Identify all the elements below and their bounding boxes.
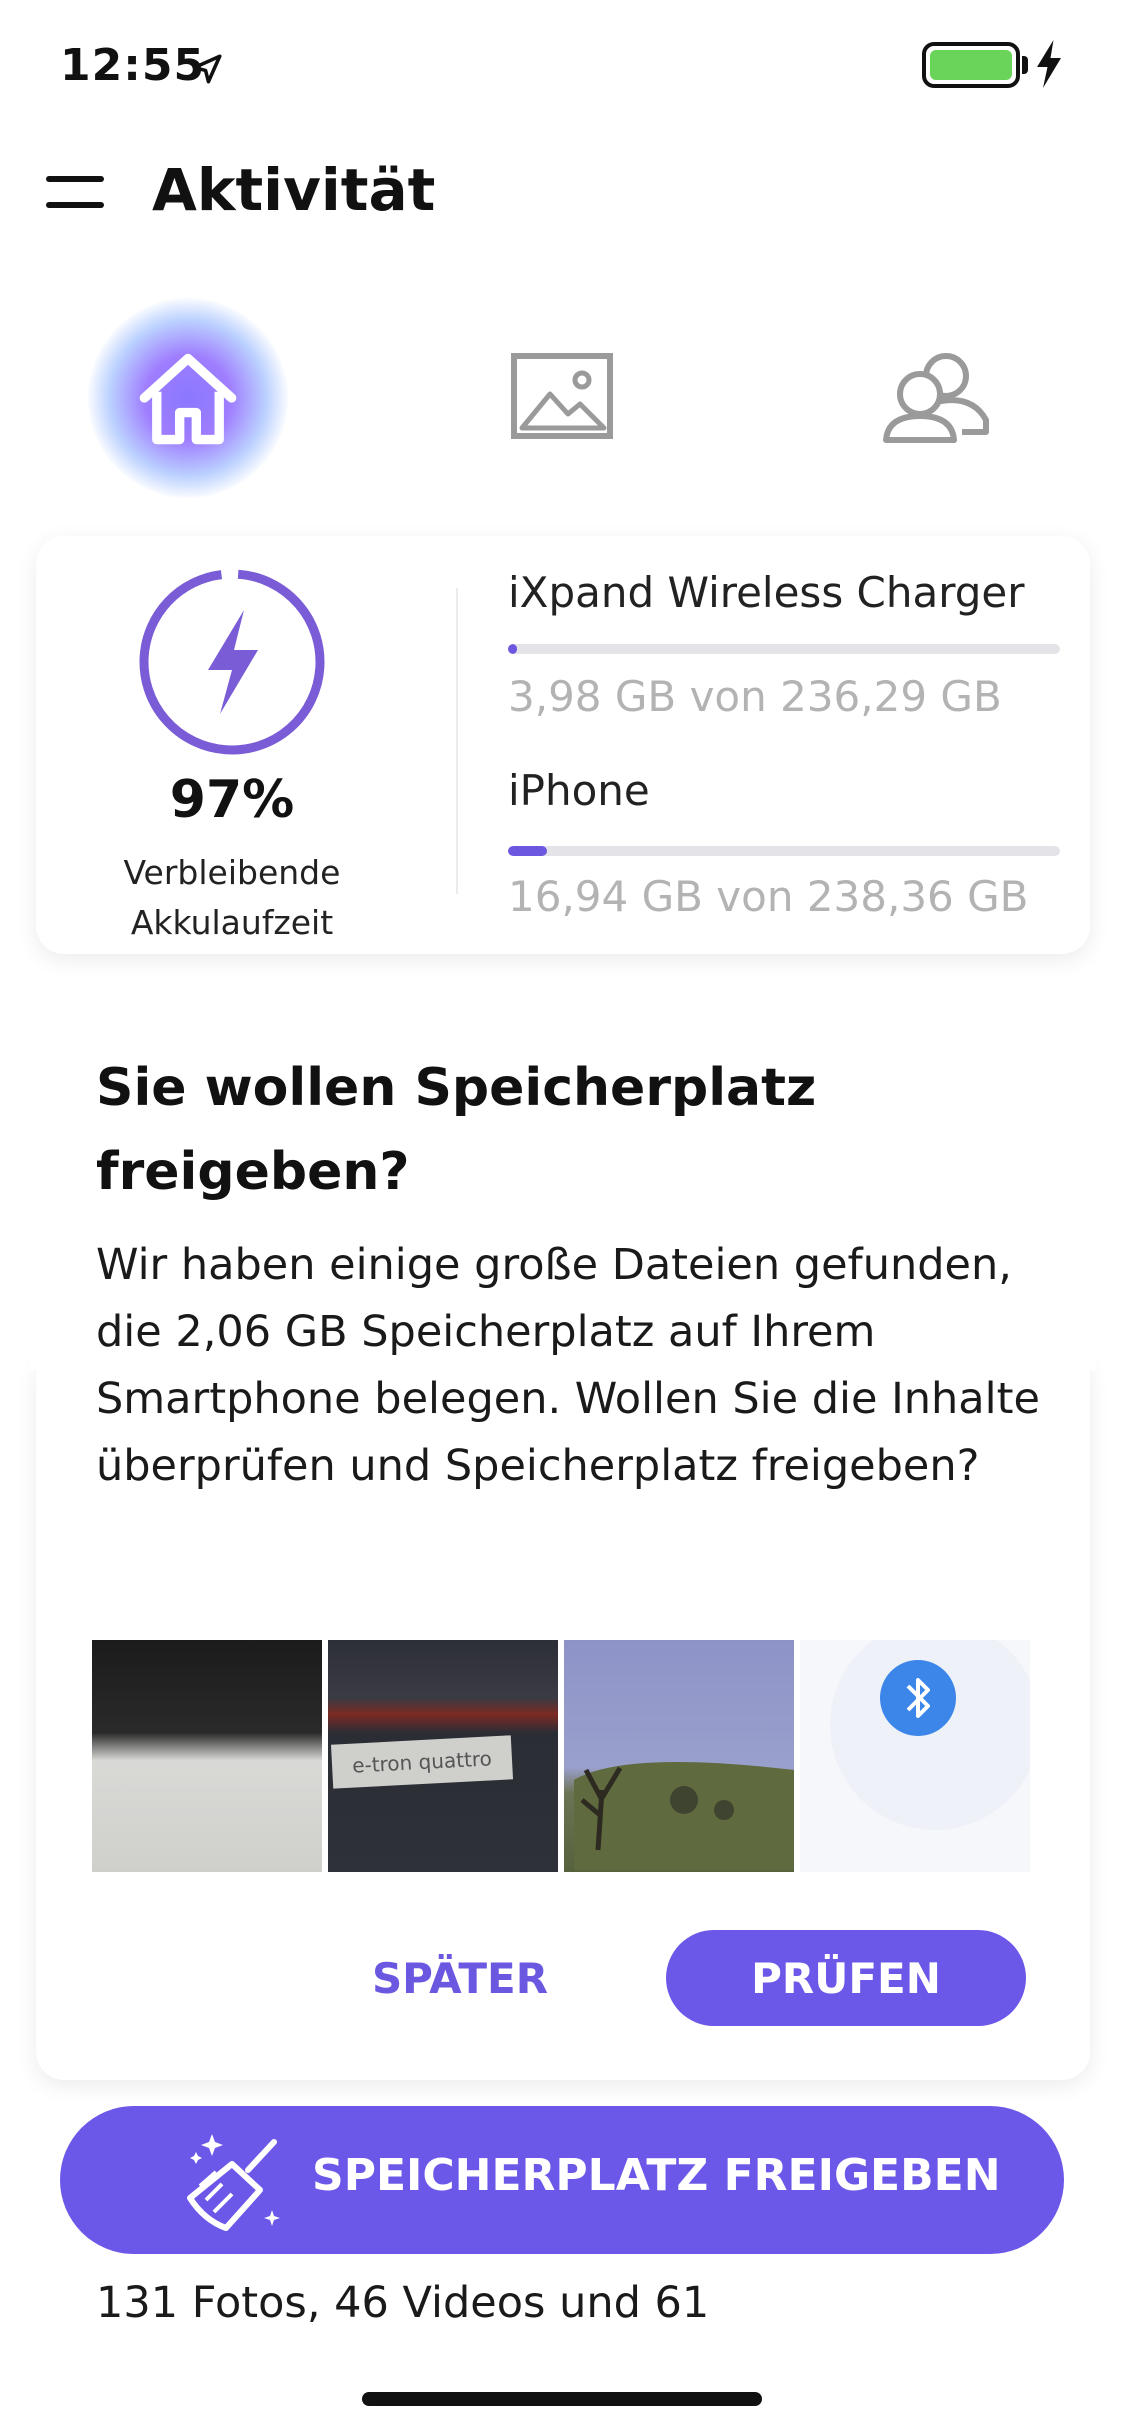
charging-bolt-icon: [1037, 40, 1061, 88]
battery-fill: [930, 50, 1012, 80]
battery-percent: 97%: [169, 770, 295, 830]
cleanup-body: Wir haben einige große Dateien gefunden,…: [96, 1240, 1040, 1491]
people-icon[interactable]: [880, 350, 992, 446]
thumbnail-car-door[interactable]: [92, 1640, 322, 1872]
review-button[interactable]: PRÜFEN: [666, 1930, 1026, 2026]
battery-label: Verbleibende Akkulaufzeit: [76, 848, 388, 948]
storage-bar-fill: [508, 644, 518, 654]
battery-icon: [922, 42, 1020, 88]
storage-bar-fill: [508, 846, 548, 856]
menu-icon[interactable]: [46, 176, 104, 214]
storage-bar: [508, 644, 1060, 654]
card-divider: [456, 588, 458, 894]
bluetooth-icon: [880, 1660, 956, 1736]
cleanup-title: Sie wollen Speicherplatz freigeben?: [96, 1058, 817, 1202]
battery-cap: [1022, 56, 1028, 74]
tree-icon: [574, 1762, 794, 1870]
battery-label-line2: Akkulaufzeit: [130, 903, 334, 942]
media-summary: 131 Fotos, 46 Videos und 61: [96, 2278, 710, 2328]
image-icon[interactable]: [510, 352, 614, 440]
battery-ring: [139, 569, 325, 755]
location-arrow-icon: [192, 54, 222, 84]
free-storage-label: SPEICHERPLATZ FREIGEBEN: [312, 2150, 1001, 2201]
large-files-preview: e-tron quattro: [92, 1640, 1032, 1872]
page-title: Aktivität: [152, 156, 436, 224]
device-name: iPhone: [508, 766, 650, 815]
home-indicator[interactable]: [362, 2392, 762, 2406]
device-usage: 3,98 GB von 236,29 GB: [508, 672, 1002, 721]
home-icon[interactable]: [136, 346, 240, 450]
device-usage: 16,94 GB von 238,36 GB: [508, 872, 1029, 921]
bottom-bar: [0, 2332, 1125, 2436]
thumbnail-screenshot[interactable]: [800, 1640, 1030, 1872]
storage-bar: [508, 846, 1060, 856]
broom-sparkle-icon: [187, 2134, 280, 2231]
status-time: 12:55: [60, 40, 206, 91]
thumbnail-plate-text: e-tron quattro: [330, 1735, 514, 1789]
battery-label-line1: Verbleibende: [123, 853, 341, 892]
later-button[interactable]: SPÄTER: [340, 1930, 580, 2026]
thumbnail-car-rear[interactable]: e-tron quattro: [328, 1640, 558, 1872]
device-name: iXpand Wireless Charger: [508, 568, 1025, 617]
battery-bolt-icon: [208, 610, 258, 714]
thumbnail-landscape[interactable]: [564, 1640, 794, 1872]
